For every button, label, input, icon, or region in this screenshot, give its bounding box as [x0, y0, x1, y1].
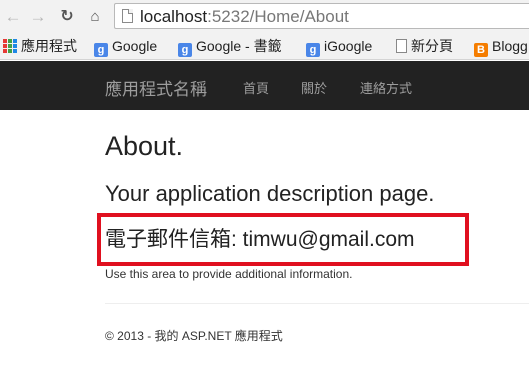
back-arrow-icon[interactable]: ← — [4, 7, 22, 27]
apps-grid-icon — [3, 39, 17, 53]
nav-link-contact[interactable]: 連絡方式 — [360, 78, 412, 97]
bookmark-label: Blogg — [492, 38, 528, 54]
info-text: Use this area to provide additional info… — [105, 267, 353, 281]
page-title: About. — [105, 131, 184, 161]
google-icon: g — [178, 43, 192, 57]
bookmarks-bar: 應用程式 g Google g Google - 書籤 g iGoogle 新分頁 B… — [0, 33, 529, 60]
page-subtitle: Your application description page. — [105, 181, 435, 206]
nav-link-about[interactable]: 關於 — [301, 78, 327, 97]
google-icon: g — [306, 43, 320, 57]
divider — [105, 303, 529, 304]
brand-link[interactable]: 應用程式名稱 — [105, 75, 207, 100]
bookmark-igoogle[interactable]: g iGoogle — [306, 36, 372, 57]
google-icon: g — [94, 43, 108, 57]
bookmark-google[interactable]: g Google — [94, 36, 157, 57]
bookmark-new-tab[interactable]: 新分頁 — [396, 36, 453, 57]
page-icon — [396, 39, 407, 53]
url-text[interactable]: localhost:5232/Home/About — [140, 6, 349, 27]
footer-text: © 2013 - 我的 ASP.NET 應用程式 — [105, 329, 283, 343]
page-icon — [122, 9, 133, 23]
site-navbar: 應用程式名稱 首頁 關於 連絡方式 — [0, 61, 529, 110]
browser-toolbar: ← → ↻ ⌂ localhost:5232/Home/About — [0, 0, 529, 33]
nav-link-home[interactable]: 首頁 — [243, 78, 269, 97]
home-icon[interactable]: ⌂ — [86, 7, 104, 27]
blogger-icon: B — [474, 43, 488, 57]
bookmark-google-bookmarks[interactable]: g Google - 書籤 — [178, 36, 282, 57]
address-bar[interactable]: localhost:5232/Home/About — [114, 3, 529, 29]
reload-icon[interactable]: ↻ — [58, 7, 76, 27]
bookmark-label: 新分頁 — [411, 38, 453, 54]
url-path: :5232/Home/About — [207, 7, 349, 26]
forward-arrow-icon[interactable]: → — [29, 7, 47, 27]
url-host: localhost — [140, 7, 208, 26]
bookmark-label: Google — [112, 38, 158, 54]
bookmark-blogger[interactable]: B Blogg — [474, 36, 528, 57]
bookmark-label: 應用程式 — [21, 38, 77, 54]
bookmark-apps[interactable]: 應用程式 — [3, 36, 77, 57]
bookmark-label: Google - 書籤 — [196, 38, 282, 54]
email-line: 電子郵件信箱: timwu@gmail.com — [105, 228, 415, 251]
bookmark-label: iGoogle — [324, 38, 373, 54]
